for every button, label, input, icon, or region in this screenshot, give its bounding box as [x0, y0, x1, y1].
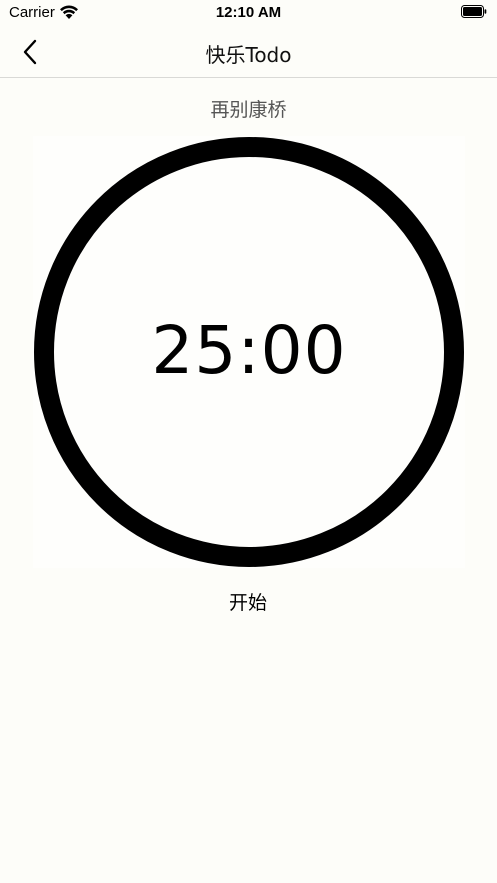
status-bar: Carrier 12:10 AM — [0, 0, 497, 26]
page-title: 快乐Todo — [205, 43, 292, 67]
navigation-bar: 快乐Todo — [0, 26, 497, 78]
start-button[interactable]: 开始 — [208, 586, 288, 620]
timer-countdown: 25:00 — [151, 312, 347, 389]
task-title: 再别康桥 — [210, 99, 287, 121]
clock-label: 12:10 AM — [215, 4, 282, 21]
battery-icon — [461, 5, 487, 18]
timer-panel: 25:00 — [33, 136, 465, 568]
